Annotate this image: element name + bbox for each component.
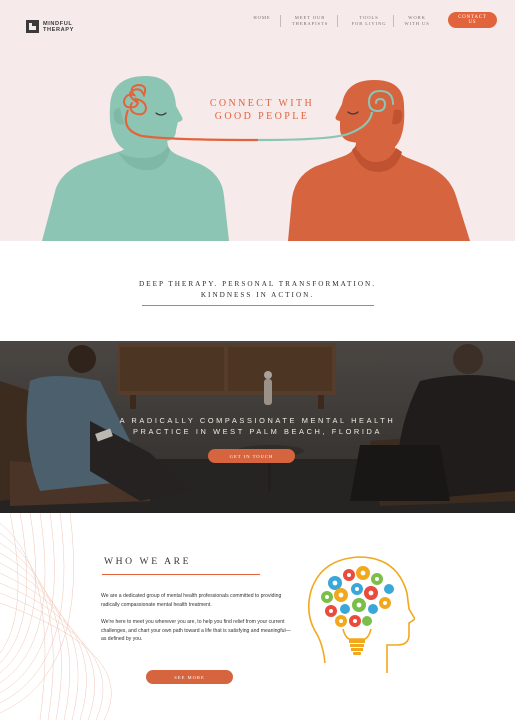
see-more-button[interactable]: SEE MORE — [146, 670, 233, 684]
nav-item-work-with-us[interactable]: WORK WITH US — [398, 15, 436, 27]
nav-item-tools-line2: FOR LIVING — [351, 21, 387, 26]
photo-band-title-line2: PRACTICE IN WEST PALM BEACH, FLORIDA — [133, 427, 382, 436]
logo-text: MINDFUL THERAPY — [43, 21, 74, 33]
tagline-line2: KINDNESS IN ACTION. — [200, 291, 315, 299]
who-we-are-paragraph-1: We are a dedicated group of mental healt… — [101, 593, 282, 608]
tagline-section: DEEP THERAPY. PERSONAL TRANSFORMATION. K… — [0, 241, 515, 341]
photo-band-title-line1: A RADICALLY COMPASSIONATE MENTAL HEALTH — [119, 416, 396, 425]
nav-divider — [393, 15, 394, 27]
nav-item-tools-for-living[interactable]: TOOLS FOR LIVING — [349, 15, 389, 27]
logo[interactable]: MINDFUL THERAPY — [26, 20, 74, 33]
photo-band-title: A RADICALLY COMPASSIONATE MENTAL HEALTH … — [80, 415, 435, 437]
nav-item-therapists-line2: THERAPISTS — [291, 21, 329, 26]
hero-title-line2: GOOD PEOPLE — [214, 111, 310, 122]
gears-cluster-icon — [321, 566, 394, 627]
brain-gears-icon — [307, 556, 415, 673]
nav-divider — [337, 15, 338, 27]
hero-title: CONNECT WITH GOOD PEOPLE — [187, 97, 337, 123]
tagline-text: DEEP THERAPY. PERSONAL TRANSFORMATION. K… — [100, 279, 415, 301]
nav-item-work-line2: WITH US — [404, 21, 430, 26]
logo-text-line2: THERAPY — [43, 26, 74, 33]
who-we-are-title: WHO WE ARE — [104, 556, 192, 567]
hero-title-line1: CONNECT WITH — [209, 98, 315, 109]
contact-us-button[interactable]: CONTACT US — [448, 12, 497, 28]
nav-item-meet-our-therapists[interactable]: MEET OUR THERAPISTS — [288, 15, 332, 27]
nav-divider — [280, 15, 281, 27]
top-nav: MINDFUL THERAPY HOME MEET OUR THERAPISTS… — [0, 0, 515, 42]
who-we-are-divider — [102, 574, 260, 575]
lightbulb-icon — [342, 628, 372, 655]
nav-item-home-label: HOME — [253, 15, 271, 20]
decorative-line-pattern — [0, 513, 112, 720]
who-we-are-section: WHO WE ARE We are a dedicated group of m… — [0, 513, 515, 720]
logo-text-line1: MINDFUL — [43, 20, 73, 27]
photo-band: A RADICALLY COMPASSIONATE MENTAL HEALTH … — [0, 341, 515, 513]
tagline-divider — [142, 305, 374, 306]
logo-mark-icon — [26, 20, 39, 33]
who-we-are-paragraph-2: We're here to meet you wherever you are,… — [101, 619, 291, 643]
nav-item-home[interactable]: HOME — [253, 15, 271, 21]
get-in-touch-button[interactable]: GET IN TOUCH — [208, 449, 295, 463]
page: CONNECT WITH GOOD PEOPLE MINDFUL THERAPY… — [0, 0, 515, 720]
tagline-line1: DEEP THERAPY. PERSONAL TRANSFORMATION. — [138, 280, 376, 288]
